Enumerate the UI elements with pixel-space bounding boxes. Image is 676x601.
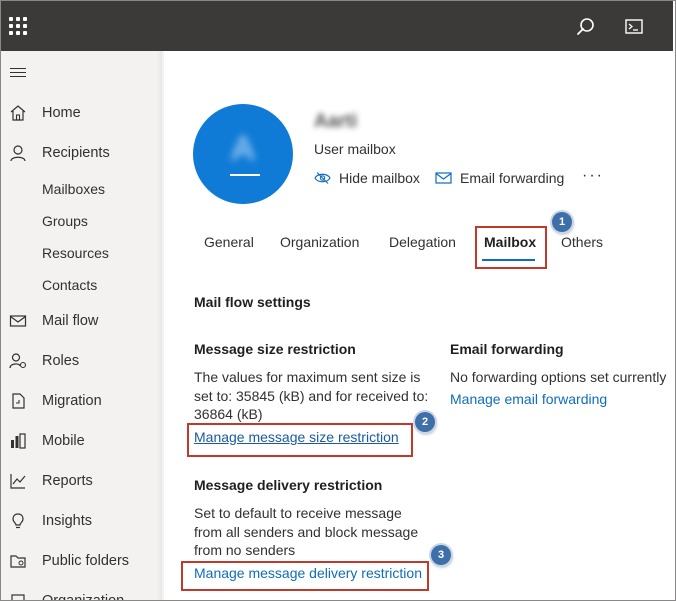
sidebar-item-label: Recipients [42,145,110,161]
delivery-text-line: from no senders [194,542,296,558]
sidebar-item-label: Mobile [42,433,85,449]
home-icon [10,105,26,121]
avatar-line [230,174,260,176]
search-icon[interactable] [573,15,599,39]
mobile-icon [11,433,26,449]
migration-icon [12,393,25,409]
mail-flow-settings-heading: Mail flow settings [194,294,311,310]
sidebar-item-recipients[interactable]: Recipients [1,138,159,168]
user-type-label: User mailbox [314,141,396,157]
size-text-line: set to: 35845 (kB) and for received to: [194,387,429,404]
tab-others[interactable]: Others [561,234,603,250]
hide-mailbox-button[interactable]: Hide mailbox [314,168,420,188]
sidebar-item-label: Reports [42,473,93,489]
sidebar-subitem-resources[interactable]: Resources [42,245,109,261]
sidebar-subitem-contacts[interactable]: Contacts [42,277,97,293]
mail-forward-icon [435,172,452,184]
sidebar-item-migration[interactable]: Migration [1,386,159,416]
mail-icon [9,315,27,327]
size-text-line: The values for maximum sent size is [194,369,421,385]
hide-mailbox-label: Hide mailbox [339,170,420,186]
sidebar-item-roles[interactable]: Roles [1,346,159,376]
organization-icon [11,594,25,600]
highlight-box-size-link [187,423,413,457]
highlight-box-mailbox-tab [475,226,547,269]
email-forwarding-heading: Email forwarding [450,341,564,357]
sidebar-item-reports[interactable]: Reports [1,466,159,496]
message-delivery-restriction-text: Set to default to receive message from a… [194,504,439,560]
tab-general[interactable]: General [204,234,254,250]
sidebar-item-home[interactable]: Home [1,98,159,128]
tab-delegation[interactable]: Delegation [389,234,456,250]
message-size-restriction-heading: Message size restriction [194,341,356,357]
more-actions-button[interactable]: ··· [582,167,604,185]
eye-hide-icon [314,172,331,184]
email-forwarding-label: Email forwarding [460,170,565,186]
delivery-text-line: Set to default to receive message [194,505,402,521]
lightbulb-icon [12,513,24,529]
message-delivery-restriction-heading: Message delivery restriction [194,477,383,493]
callout-badge-1: 1 [552,212,572,232]
callout-badge-2: 2 [415,412,435,432]
top-bar [1,1,675,51]
user-display-name: Aarti [314,111,358,132]
sidebar-item-label: Migration [42,393,102,409]
tab-organization[interactable]: Organization [280,234,359,250]
manage-email-forwarding-link[interactable]: Manage email forwarding [450,391,607,407]
chart-line-icon [10,474,26,489]
delivery-text-line: from all senders and block message [194,523,419,540]
roles-icon [9,353,27,369]
sidebar-item-organization[interactable]: Organization [1,586,159,601]
email-forwarding-text: No forwarding options set currently [450,369,667,385]
avatar: A [193,104,293,204]
sidebar-item-label: Public folders [42,553,130,569]
sidebar-item-mail-flow[interactable]: Mail flow [1,306,159,336]
email-forwarding-button[interactable]: Email forwarding [435,168,564,188]
message-size-restriction-text: The values for maximum sent size is set … [194,368,439,424]
sidebar-item-label: Roles [42,353,80,369]
sidebar-subitem-mailboxes[interactable]: Mailboxes [42,181,105,197]
hamburger-menu-icon[interactable] [10,68,26,78]
highlight-box-delivery-link [181,561,429,591]
sidebar-item-label: Mail flow [42,313,99,329]
person-icon [10,145,26,162]
sidebar-item-label: Insights [42,513,92,529]
folder-icon [10,555,26,568]
app-launcher-icon[interactable] [9,17,27,35]
sidebar-subitem-groups[interactable]: Groups [42,213,88,229]
sidebar-item-label: Home [42,105,81,121]
size-text-line: 36864 (kB) [194,406,263,422]
sidebar-item-mobile[interactable]: Mobile [1,426,159,456]
callout-badge-3: 3 [431,545,451,565]
cloud-shell-icon[interactable] [621,15,647,39]
sidebar-item-insights[interactable]: Insights [1,506,159,536]
sidebar-item-public-folders[interactable]: Public folders [1,546,159,576]
sidebar-item-label: Organization [42,593,125,601]
app-frame: Home Recipients Mailboxes Groups Resourc… [0,0,676,601]
avatar-initial: A [231,130,255,168]
